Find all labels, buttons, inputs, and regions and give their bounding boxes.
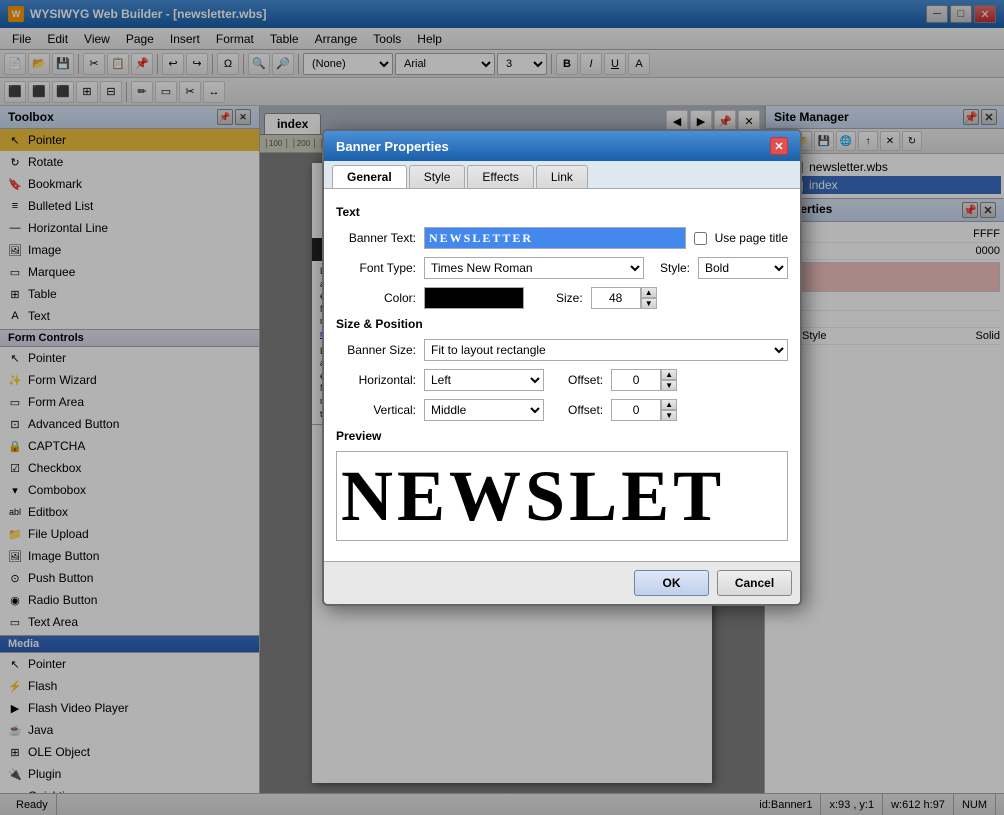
use-page-title-checkbox[interactable] bbox=[694, 232, 707, 245]
font-type-label: Font Type: bbox=[336, 261, 416, 275]
banner-text-input[interactable] bbox=[424, 227, 686, 249]
size-up[interactable]: ▲ bbox=[641, 287, 657, 298]
style-select[interactable]: Bold bbox=[698, 257, 788, 279]
size-position-label: Size & Position bbox=[336, 317, 788, 331]
tab-effects[interactable]: Effects bbox=[467, 165, 533, 188]
modal-overlay: Banner Properties ✕ General Style Effect… bbox=[0, 0, 1004, 815]
h-offset-up[interactable]: ▲ bbox=[661, 369, 677, 380]
size-down[interactable]: ▼ bbox=[641, 298, 657, 309]
banner-text-label: Banner Text: bbox=[336, 231, 416, 245]
dialog-footer: OK Cancel bbox=[324, 561, 800, 604]
tab-style[interactable]: Style bbox=[409, 165, 466, 188]
v-offset-label: Offset: bbox=[568, 403, 603, 417]
dialog-close-button[interactable]: ✕ bbox=[770, 137, 788, 155]
cancel-button[interactable]: Cancel bbox=[717, 570, 792, 596]
h-offset-spinbox: ▲ ▼ bbox=[611, 369, 677, 391]
horizontal-label: Horizontal: bbox=[336, 373, 416, 387]
horizontal-row: Horizontal: Left Offset: ▲ ▼ bbox=[336, 369, 788, 391]
banner-properties-dialog: Banner Properties ✕ General Style Effect… bbox=[322, 129, 802, 606]
text-section-label: Text bbox=[336, 205, 788, 219]
preview-label: Preview bbox=[336, 429, 788, 443]
horizontal-select[interactable]: Left bbox=[424, 369, 544, 391]
dialog-title-bar: Banner Properties ✕ bbox=[324, 131, 800, 161]
h-offset-down[interactable]: ▼ bbox=[661, 380, 677, 391]
size-input[interactable]: 48 bbox=[591, 287, 641, 309]
v-offset-spinbox: ▲ ▼ bbox=[611, 399, 677, 421]
color-label: Color: bbox=[336, 291, 416, 305]
size-label: Size: bbox=[556, 291, 583, 305]
banner-text-row: Banner Text: Use page title bbox=[336, 227, 788, 249]
banner-size-select[interactable]: Fit to layout rectangle bbox=[424, 339, 788, 361]
banner-size-row: Banner Size: Fit to layout rectangle bbox=[336, 339, 788, 361]
preview-area: NEWSLET bbox=[336, 451, 788, 541]
size-spinbox: 48 ▲ ▼ bbox=[591, 287, 657, 309]
vertical-label: Vertical: bbox=[336, 403, 416, 417]
tab-general[interactable]: General bbox=[332, 165, 407, 188]
font-type-select[interactable]: Times New Roman bbox=[424, 257, 644, 279]
v-offset-down[interactable]: ▼ bbox=[661, 410, 677, 421]
banner-size-label: Banner Size: bbox=[336, 343, 416, 357]
v-offset-input[interactable] bbox=[611, 399, 661, 421]
style-label: Style: bbox=[660, 261, 690, 275]
ok-button[interactable]: OK bbox=[634, 570, 709, 596]
use-page-title-label: Use page title bbox=[715, 231, 788, 245]
color-swatch[interactable] bbox=[424, 287, 524, 309]
preview-text: NEWSLET bbox=[341, 455, 725, 538]
dialog-tab-bar: General Style Effects Link bbox=[324, 161, 800, 189]
vertical-select[interactable]: Middle bbox=[424, 399, 544, 421]
color-size-row: Color: Size: 48 ▲ ▼ bbox=[336, 287, 788, 309]
h-offset-input[interactable] bbox=[611, 369, 661, 391]
v-offset-up[interactable]: ▲ bbox=[661, 399, 677, 410]
tab-link[interactable]: Link bbox=[536, 165, 588, 188]
dialog-body: Text Banner Text: Use page title Font Ty… bbox=[324, 189, 800, 561]
vertical-row: Vertical: Middle Offset: ▲ ▼ bbox=[336, 399, 788, 421]
h-offset-label: Offset: bbox=[568, 373, 603, 387]
font-type-row: Font Type: Times New Roman Style: Bold bbox=[336, 257, 788, 279]
